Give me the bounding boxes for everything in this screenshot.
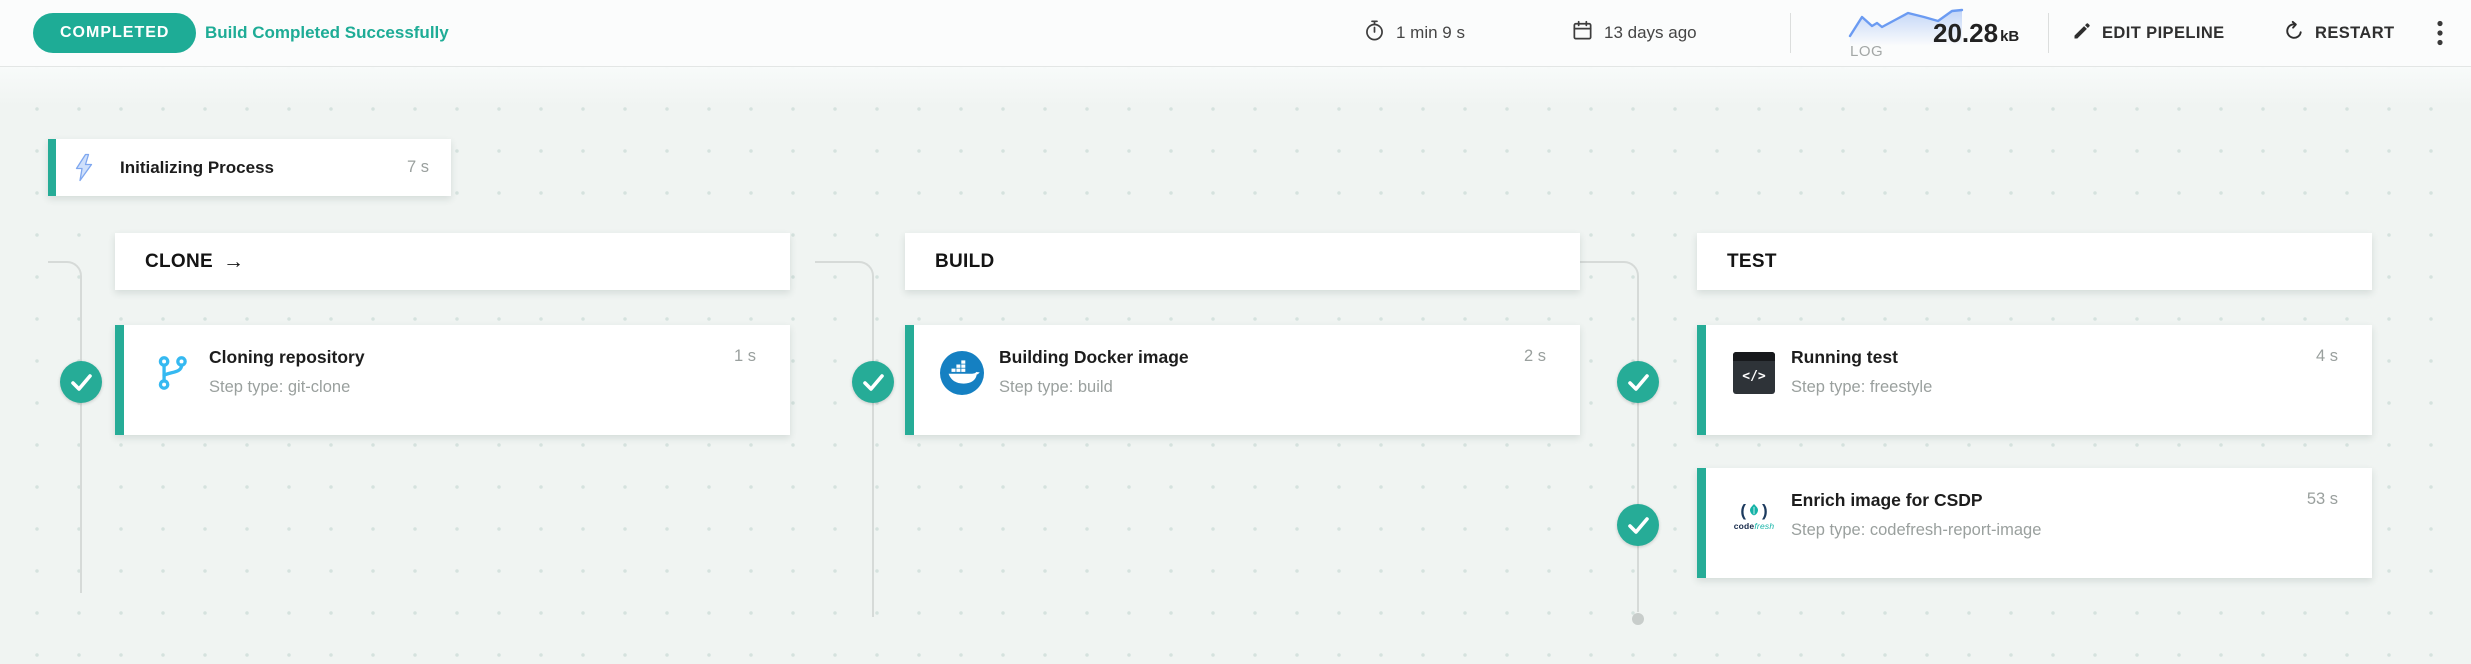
- step-card-building-docker-image[interactable]: Building Docker image Step type: build 2…: [905, 325, 1580, 435]
- step-title: Running test: [1791, 347, 1898, 368]
- step-duration: 7 s: [407, 158, 429, 177]
- calendar-icon: [1571, 19, 1594, 47]
- stage-header-test: TEST: [1697, 233, 2372, 290]
- build-duration: 1 min 9 s: [1363, 0, 1465, 66]
- restart-button[interactable]: RESTART: [2283, 0, 2395, 66]
- check-icon: [61, 362, 101, 402]
- topbar-divider: [1790, 13, 1791, 53]
- status-check-build: [852, 361, 894, 403]
- build-details-view: COMPLETED Build Completed Successfully 1…: [0, 0, 2471, 664]
- lightning-icon: [72, 153, 96, 182]
- step-card-initializing[interactable]: Initializing Process 7 s: [48, 139, 451, 196]
- edit-pipeline-button[interactable]: EDIT PIPELINE: [2072, 0, 2225, 66]
- step-type: Step type: codefresh-report-image: [1791, 521, 2041, 540]
- step-duration: 53 s: [2307, 490, 2338, 509]
- check-icon: [1618, 505, 1658, 545]
- status-check-test: [1617, 361, 1659, 403]
- step-title: Initializing Process: [120, 158, 274, 178]
- kebab-menu-icon: [2437, 20, 2443, 46]
- status-check-enrich: [1617, 504, 1659, 546]
- stage-name: CLONE: [145, 251, 213, 273]
- restart-label: RESTART: [2315, 24, 2395, 43]
- log-size-value: 20.28: [1933, 18, 1998, 49]
- arrow-right-icon: →: [223, 250, 244, 274]
- edit-pipeline-label: EDIT PIPELINE: [2102, 24, 2225, 43]
- build-duration-label: 1 min 9 s: [1396, 23, 1465, 43]
- step-duration: 4 s: [2316, 347, 2338, 366]
- step-card-cloning-repository[interactable]: Cloning repository Step type: git-clone …: [115, 325, 790, 435]
- stage-name: BUILD: [935, 251, 995, 273]
- step-card-running-test[interactable]: </> Running test Step type: freestyle 4 …: [1697, 325, 2372, 435]
- status-badge: COMPLETED: [33, 13, 196, 53]
- step-type: Step type: build: [999, 378, 1113, 397]
- topbar: COMPLETED Build Completed Successfully 1…: [0, 0, 2471, 67]
- step-type: Step type: freestyle: [1791, 378, 1932, 397]
- status-check-clone: [60, 361, 102, 403]
- step-duration: 2 s: [1524, 347, 1546, 366]
- stage-header-build: BUILD: [905, 233, 1580, 290]
- git-branch-icon: [150, 351, 194, 395]
- step-title: Cloning repository: [209, 347, 365, 368]
- log-size-unit: kB: [2000, 28, 2019, 45]
- step-card-enrich-image-for-csdp[interactable]: ( ) codefresh Enrich image for CSDP Step…: [1697, 468, 2372, 578]
- pencil-icon: [2072, 21, 2092, 46]
- log-size: 20.28 kB: [1933, 0, 2019, 66]
- check-icon: [853, 362, 893, 402]
- step-title: Building Docker image: [999, 347, 1189, 368]
- step-title: Enrich image for CSDP: [1791, 490, 1983, 511]
- build-age-label: 13 days ago: [1604, 23, 1697, 43]
- more-options-button[interactable]: [2437, 0, 2443, 66]
- restart-icon: [2283, 20, 2305, 47]
- codefresh-wordmark: codefresh: [1734, 522, 1775, 531]
- status-message: Build Completed Successfully: [205, 0, 449, 66]
- pipeline-end-dot: [1632, 613, 1644, 625]
- docker-icon: [940, 351, 984, 395]
- build-age: 13 days ago: [1571, 0, 1697, 66]
- codefresh-icon: ( ) codefresh: [1732, 494, 1776, 538]
- check-icon: [1618, 362, 1658, 402]
- stage-header-clone: CLONE →: [115, 233, 790, 290]
- step-type: Step type: git-clone: [209, 378, 350, 397]
- codefresh-leaf-icon: [1747, 503, 1761, 517]
- stopwatch-icon: [1363, 19, 1386, 47]
- pipeline-canvas: Initializing Process 7 s CLONE → BUILD T…: [0, 66, 2471, 664]
- log-label: LOG: [1850, 43, 1883, 60]
- stage-name: TEST: [1727, 251, 1777, 273]
- terminal-icon: </>: [1732, 351, 1776, 395]
- step-duration: 1 s: [734, 347, 756, 366]
- topbar-divider: [2048, 13, 2049, 53]
